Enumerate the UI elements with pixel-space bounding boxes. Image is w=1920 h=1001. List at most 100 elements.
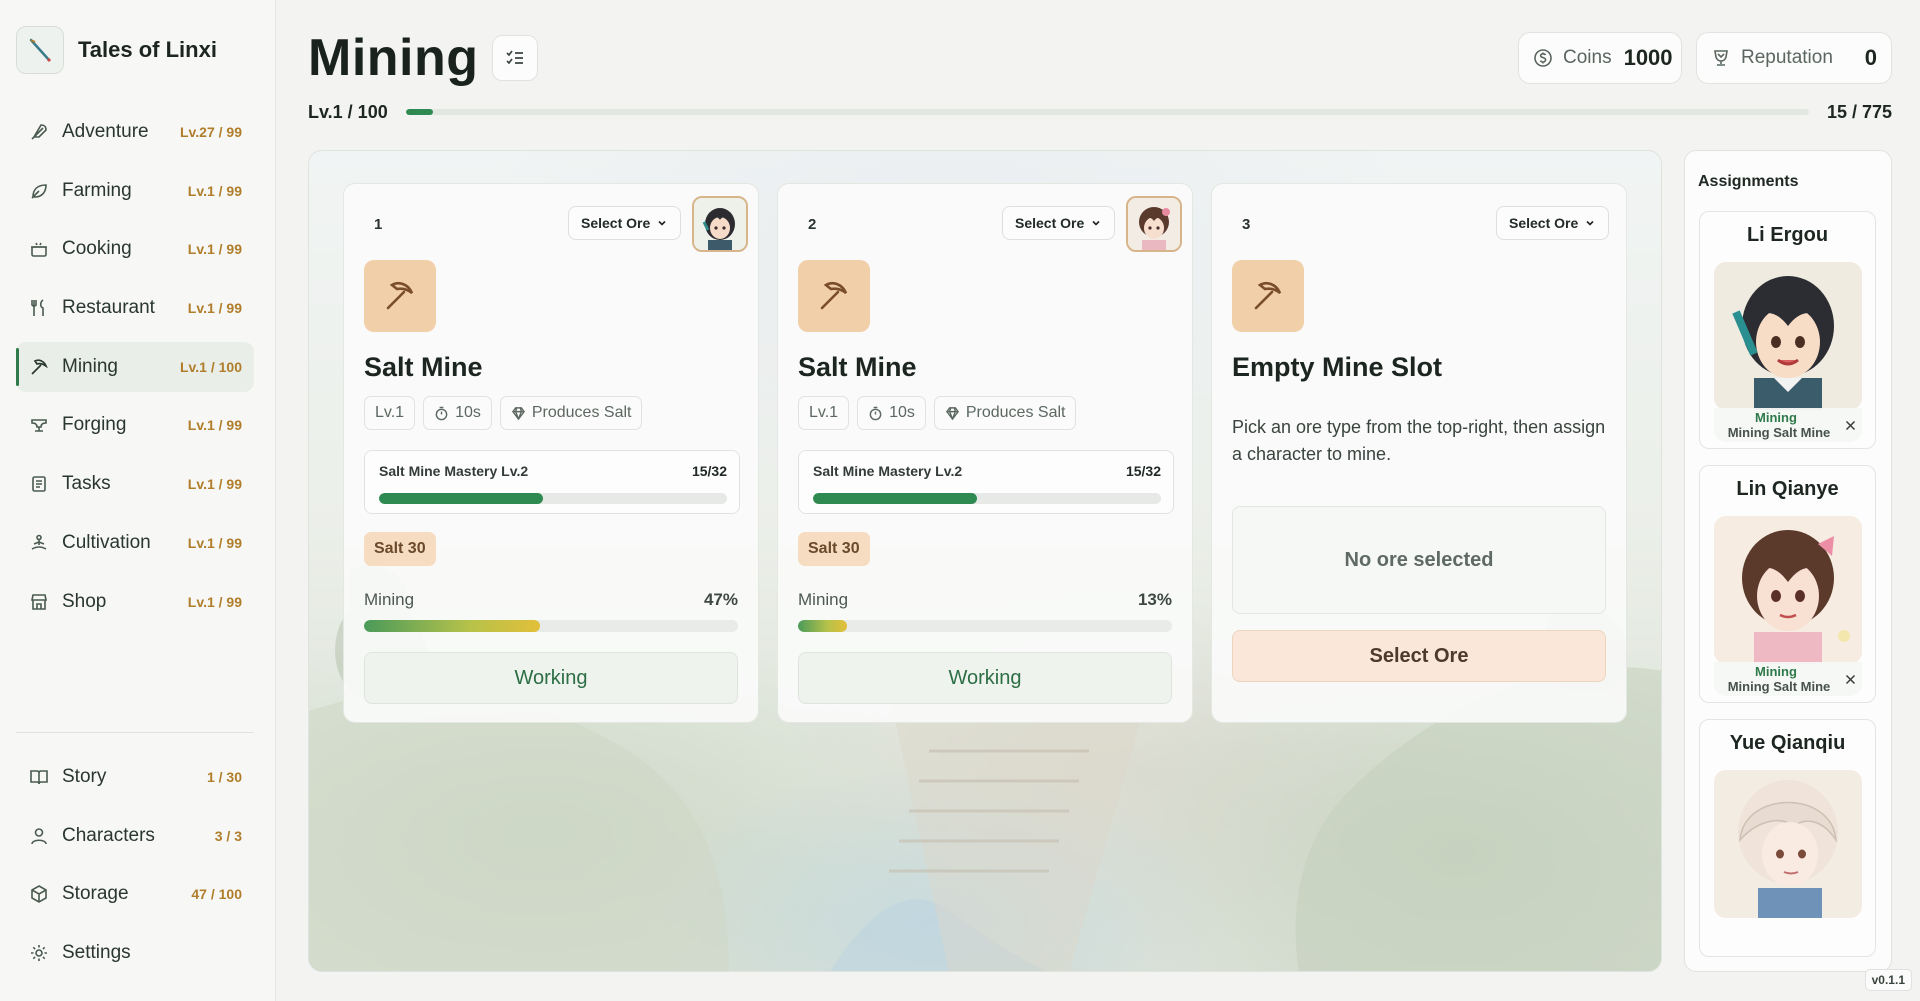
nav-level-badge: Lv.1 / 100	[179, 358, 242, 375]
working-button[interactable]: Working	[798, 652, 1172, 704]
mine-name: Salt Mine	[798, 352, 917, 382]
unassign-close-icon[interactable]	[1842, 417, 1858, 433]
nav-item-storage[interactable]: Storage 47 / 100	[16, 869, 254, 919]
scroll-icon	[28, 473, 50, 495]
progress-label: Mining	[364, 590, 415, 609]
duration-text: 10s	[455, 404, 481, 421]
nav-item-characters[interactable]: Characters 3 / 3	[16, 811, 254, 861]
mastery-count: 15/32	[691, 463, 727, 479]
mine-slot-3: 3 Select Ore Empty Mine Slot Pick an ore…	[1211, 183, 1627, 723]
mine-pickaxe-icon	[1232, 260, 1304, 332]
nav-level-badge: Lv.1 / 99	[187, 241, 242, 258]
ore-select-label: Select Ore	[581, 215, 651, 231]
coins-chip: Coins 1000	[1518, 32, 1682, 84]
nav-item-restaurant[interactable]: Restaurant Lv.1 / 99	[16, 283, 254, 333]
nav-item-forging[interactable]: Forging Lv.1 / 99	[16, 400, 254, 450]
task-label: Mining Salt Mine	[1727, 679, 1831, 694]
character-card-yue-qianqiu[interactable]: Yue Qianqiu	[1699, 719, 1876, 957]
nav-item-cultivation[interactable]: Cultivation Lv.1 / 99	[16, 518, 254, 568]
ore-select-dropdown[interactable]: Select Ore	[1496, 206, 1610, 240]
nav-label: Cultivation	[62, 531, 151, 553]
xp-progress-fill	[406, 109, 433, 115]
duration-tag: 10s	[857, 396, 926, 430]
nav-label: Cooking	[62, 238, 132, 260]
nav-item-cooking[interactable]: Cooking Lv.1 / 99	[16, 224, 254, 274]
quill-icon	[28, 121, 50, 143]
brand[interactable]: Tales of Linxi	[16, 26, 217, 74]
nav-label: Settings	[62, 942, 131, 964]
nav-count-badge: 47 / 100	[191, 886, 242, 903]
nav-label: Storage	[62, 883, 129, 905]
yield-badge: Salt 30	[364, 532, 436, 566]
empty-slot-description: Pick an ore type from the top-right, the…	[1232, 417, 1606, 464]
chevron-down-icon	[1584, 217, 1596, 229]
character-name: Yue Qianqiu	[1729, 732, 1846, 754]
nav-item-story[interactable]: Story 1 / 30	[16, 752, 254, 802]
xp-progress-bar	[406, 109, 1809, 115]
nav-item-tasks[interactable]: Tasks Lv.1 / 99	[16, 459, 254, 509]
nav-label: Farming	[62, 179, 132, 201]
mine-pickaxe-icon	[364, 260, 436, 332]
mining-level-row: Lv.1 / 100 15 / 775	[308, 100, 1892, 124]
book-icon	[28, 766, 50, 788]
select-ore-button[interactable]: Select Ore	[1232, 630, 1606, 682]
level-tag-text: Lv.1	[375, 404, 405, 421]
coins-label: Coins	[1563, 47, 1612, 68]
produces-text: Produces Salt	[965, 404, 1066, 421]
nav-level-badge: Lv.1 / 99	[187, 534, 242, 551]
anvil-icon	[28, 414, 50, 436]
nav-level-badge: Lv.1 / 99	[187, 476, 242, 493]
character-portrait	[1714, 262, 1862, 410]
version-badge: v0.1.1	[1864, 969, 1912, 991]
nav-item-farming[interactable]: Farming Lv.1 / 99	[16, 166, 254, 216]
reputation-value: 0	[1864, 45, 1877, 70]
sidebar-divider	[16, 732, 254, 733]
mastery-progress-fill	[813, 493, 977, 504]
mastery-panel: Salt Mine Mastery Lv.2 15/32	[364, 450, 740, 514]
unassign-close-icon[interactable]	[1842, 671, 1858, 687]
reputation-label: Reputation	[1741, 47, 1833, 68]
nav-label: Forging	[62, 414, 127, 436]
ore-select-dropdown[interactable]: Select Ore	[1002, 206, 1116, 240]
coin-icon	[1533, 48, 1553, 68]
character-portrait	[1714, 770, 1862, 918]
produces-text: Produces Salt	[531, 404, 632, 421]
nav-label: Adventure	[62, 121, 149, 142]
pickaxe-icon	[28, 356, 50, 378]
assigned-character-avatar[interactable]	[1126, 196, 1182, 252]
nav-level-badge: Lv.27 / 99	[179, 124, 242, 140]
task-list-button[interactable]	[492, 35, 538, 81]
nav-count-badge: 1 / 30	[206, 769, 242, 785]
mine-slot-1: 1 Select Ore Salt Mine Lv.1 10s Produces…	[343, 183, 759, 723]
gem-icon	[945, 406, 960, 421]
working-button[interactable]: Working	[364, 652, 738, 704]
status-label: Mining	[1755, 664, 1797, 679]
nav-label: Tasks	[62, 473, 111, 495]
nav-item-mining[interactable]: Mining Lv.1 / 100	[16, 341, 254, 392]
progress-percent: 47%	[703, 590, 738, 609]
timer-icon	[868, 406, 883, 421]
coins-value: 1000	[1623, 45, 1673, 70]
trophy-icon	[1711, 48, 1731, 68]
character-card-lin-qianye[interactable]: Lin Qianye Mining Mining Salt Mine	[1699, 465, 1876, 703]
mining-progress-bar	[364, 620, 738, 632]
reputation-chip: Reputation 0	[1696, 32, 1892, 84]
assignment-status: Mining Mining Salt Mine	[1714, 408, 1862, 442]
nav-item-settings[interactable]: Settings	[16, 928, 254, 978]
character-name: Li Ergou	[1746, 224, 1829, 246]
character-card-li-ergou[interactable]: Li Ergou Mining Mining Salt Mine	[1699, 211, 1876, 449]
nav-item-shop[interactable]: Shop Lv.1 / 99	[16, 577, 254, 627]
mastery-progress-fill	[379, 493, 543, 504]
assigned-character-avatar[interactable]	[692, 196, 748, 252]
timer-icon	[434, 406, 449, 421]
ore-select-dropdown[interactable]: Select Ore	[568, 206, 682, 240]
nav-level-badge: Lv.1 / 99	[187, 593, 242, 610]
nav-item-adventure[interactable]: Adventure Lv.27 / 99	[16, 107, 254, 157]
duration-tag: 10s	[423, 396, 492, 430]
nav-label: Restaurant	[62, 297, 155, 319]
assignments-panel: Assignments Li Ergou Mining Mining Salt …	[1684, 150, 1892, 972]
chevron-down-icon	[1090, 217, 1102, 229]
status-label: Mining	[1755, 410, 1797, 425]
produces-tag: Produces Salt	[933, 396, 1077, 430]
character-portrait	[1714, 516, 1862, 664]
